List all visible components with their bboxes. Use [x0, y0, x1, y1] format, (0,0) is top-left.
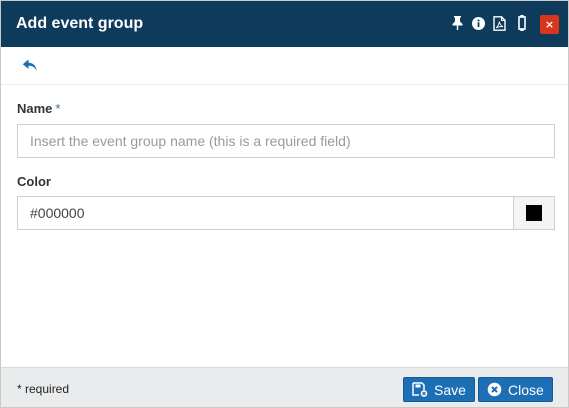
close-button[interactable]: Close	[478, 377, 553, 402]
dialog-footer: * required Save Close	[1, 367, 568, 407]
color-picker-button[interactable]	[513, 196, 555, 230]
save-button-label: Save	[434, 381, 466, 398]
close-circle-icon	[487, 382, 502, 397]
dialog-titlebar: Add event group ×	[1, 1, 568, 47]
name-label: Name *	[17, 101, 60, 116]
dialog-title: Add event group	[16, 15, 144, 32]
close-button-label: Close	[508, 381, 544, 398]
back-arrow-icon[interactable]	[22, 59, 38, 73]
pin-icon[interactable]	[449, 14, 465, 32]
dialog-toolbar	[1, 47, 568, 85]
required-note: * required	[17, 382, 70, 396]
name-label-text: Name	[17, 101, 53, 116]
color-hex-input[interactable]	[17, 196, 514, 230]
info-icon[interactable]	[470, 14, 486, 32]
color-swatch	[526, 205, 542, 221]
add-event-group-dialog: Add event group × Name* Color * required…	[0, 0, 569, 408]
event-group-name-input[interactable]	[17, 124, 555, 158]
resize-vertical-icon[interactable]	[514, 14, 530, 32]
color-label: Color	[17, 174, 51, 189]
save-icon	[412, 382, 428, 397]
save-button[interactable]: Save	[403, 377, 475, 402]
required-marker: *	[55, 101, 61, 116]
pdf-icon[interactable]	[491, 14, 507, 32]
close-icon[interactable]: ×	[540, 15, 559, 34]
